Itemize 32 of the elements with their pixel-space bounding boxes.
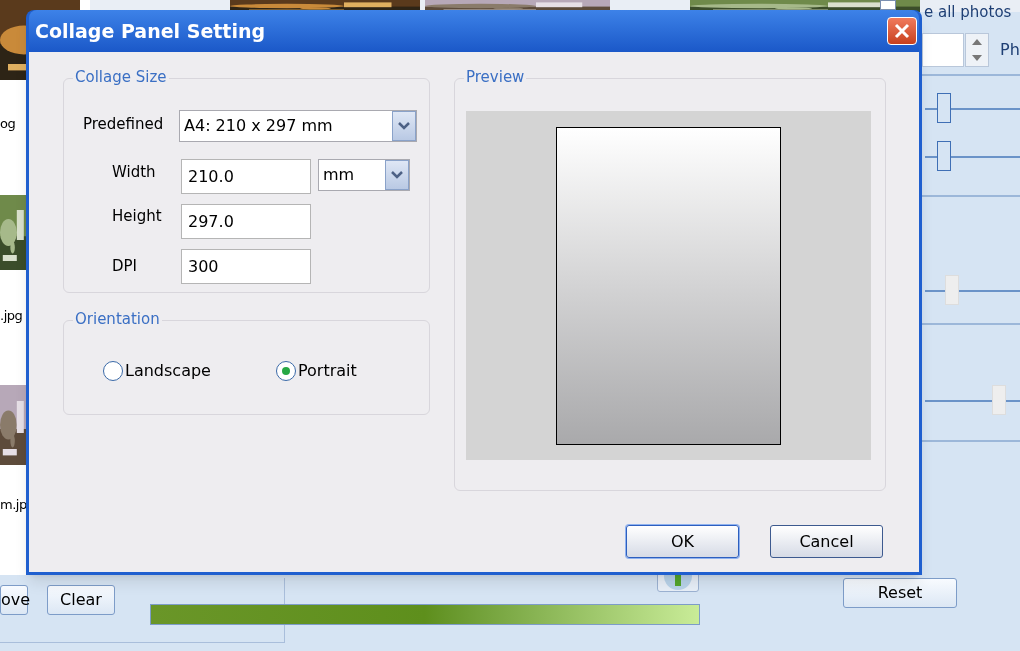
field-label: DPI [112, 256, 138, 277]
chevron-down-icon [391, 171, 403, 179]
file-name: m.jp [0, 496, 27, 514]
button[interactable]: ove [0, 585, 28, 615]
spin-field[interactable] [922, 33, 964, 67]
field-label: Width [112, 162, 156, 183]
close-icon [894, 23, 910, 39]
field-label: Predefined [83, 114, 164, 135]
checkbox-label: e all photos [924, 2, 1012, 22]
dialog-button[interactable]: Cancel [770, 525, 883, 558]
input-field[interactable]: 300 [181, 249, 311, 284]
group-title: Collage Size [73, 67, 169, 87]
slider-thumb[interactable] [937, 93, 951, 123]
slider-thumb[interactable] [937, 141, 951, 171]
chevron-down-icon [398, 122, 410, 130]
close-button[interactable] [887, 17, 917, 45]
input-field[interactable]: 210.0 [181, 159, 311, 194]
button[interactable]: Reset [843, 578, 957, 608]
dropdown[interactable]: A4: 210 x 297 mm [179, 110, 417, 142]
button[interactable]: Clear [47, 585, 115, 615]
file-name: og [0, 115, 16, 133]
dialog-button[interactable]: OK [626, 525, 739, 558]
file-name: .jpg [0, 307, 23, 325]
input-field[interactable]: 297.0 [181, 204, 311, 239]
radio-button[interactable]: Landscape [103, 359, 211, 383]
checkbox[interactable] [880, 0, 896, 10]
field-label: Height [112, 206, 162, 227]
dropdown[interactable]: mm [318, 159, 410, 191]
field-label: Ph [1000, 39, 1020, 61]
radio-button[interactable]: Portrait [276, 359, 357, 383]
spin-buttons[interactable] [965, 33, 989, 67]
window-title: Collage Panel Setting [35, 18, 266, 44]
